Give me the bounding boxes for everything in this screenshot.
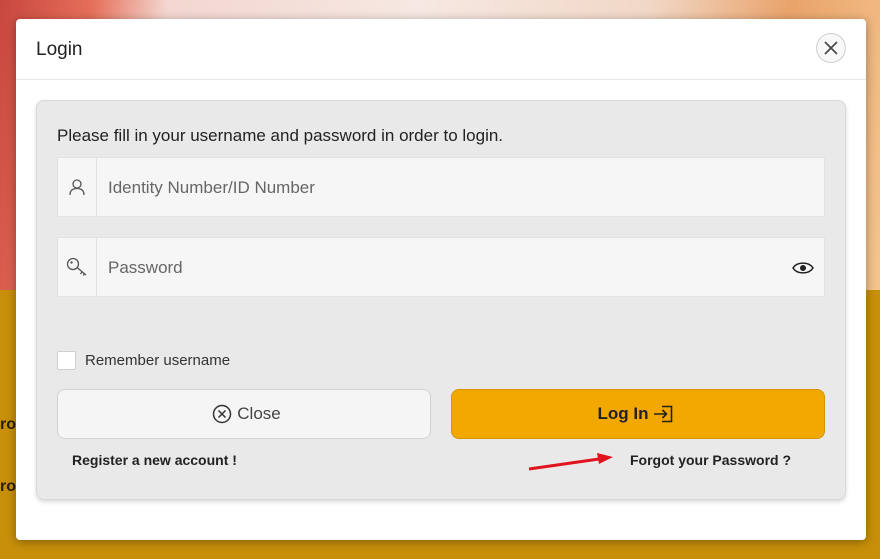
- modal-header: Login: [16, 19, 866, 80]
- key-icon: [66, 257, 87, 276]
- close-button[interactable]: Close: [57, 389, 431, 439]
- login-instructions: Please fill in your username and passwor…: [57, 126, 504, 145]
- register-link[interactable]: Register a new account !: [72, 452, 237, 468]
- login-modal: Login Please fill in your username and p…: [16, 19, 866, 540]
- circle-x-icon: [213, 404, 232, 424]
- close-modal-button[interactable]: [816, 33, 846, 63]
- password-input[interactable]: Password: [108, 258, 183, 278]
- username-field[interactable]: Identity Number/ID Number: [57, 157, 825, 217]
- remember-username-label: Remember username: [85, 352, 231, 369]
- user-icon: [69, 179, 85, 196]
- close-button-label: Close: [237, 404, 281, 423]
- close-icon: [824, 41, 838, 55]
- login-panel: Please fill in your username and passwor…: [36, 100, 846, 500]
- eye-icon[interactable]: [792, 261, 814, 275]
- username-input[interactable]: Identity Number/ID Number: [108, 178, 315, 198]
- forgot-password-link[interactable]: Forgot your Password ?: [630, 452, 791, 468]
- annotation-arrow: [528, 453, 613, 471]
- username-icon-cell: [58, 158, 97, 216]
- password-icon-cell: [58, 238, 97, 296]
- modal-title: Login: [36, 39, 83, 60]
- login-button-label: Log In: [597, 404, 649, 423]
- remember-username[interactable]: Remember username: [57, 351, 230, 370]
- sign-in-icon: [654, 405, 673, 423]
- password-field[interactable]: Password: [57, 237, 825, 297]
- remember-username-checkbox[interactable]: [57, 351, 76, 370]
- login-button[interactable]: Log In: [451, 389, 825, 439]
